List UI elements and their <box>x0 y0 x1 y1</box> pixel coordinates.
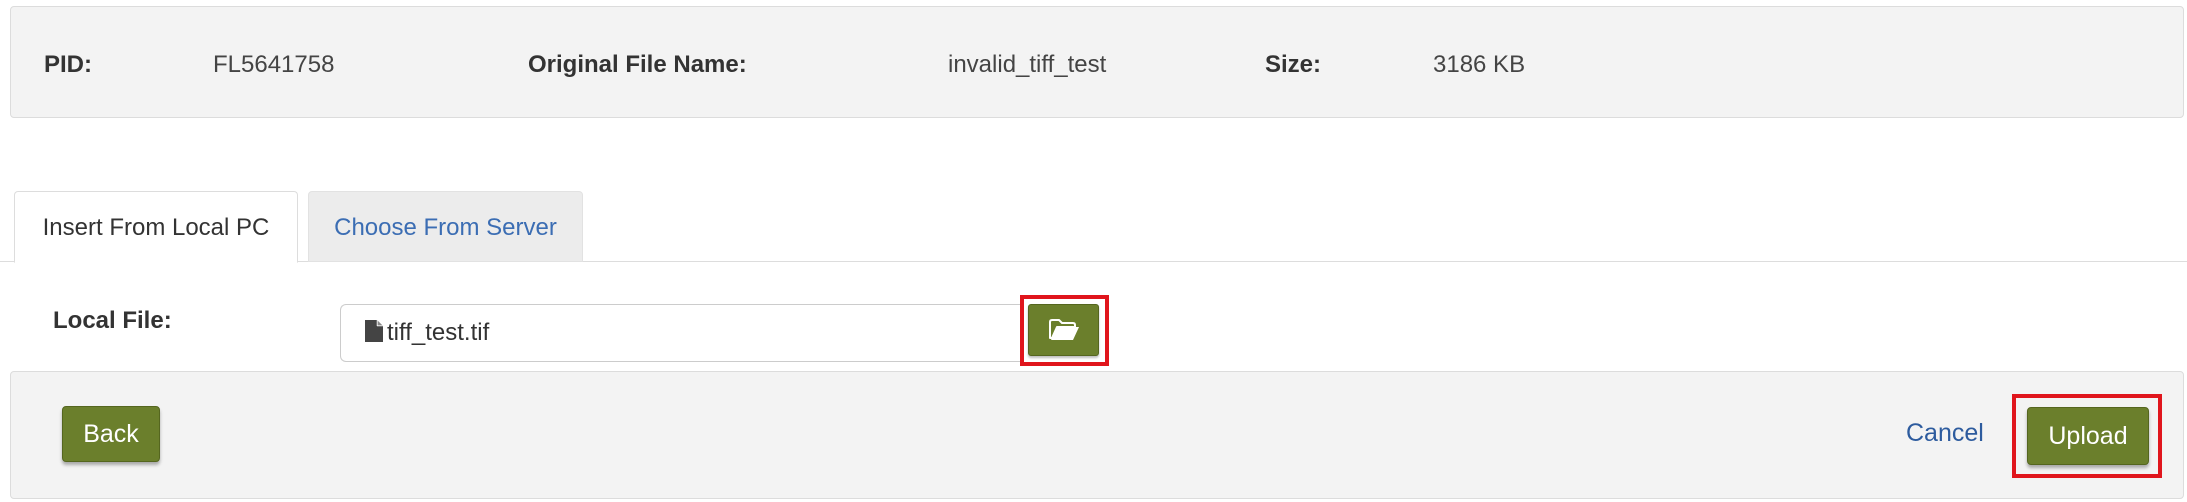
size-label: Size: <box>1265 51 1322 78</box>
file-icon <box>365 320 383 342</box>
file-info-panel: PID: FL5641758 Original File Name: inval… <box>10 6 2184 118</box>
cancel-link[interactable]: Cancel <box>1906 418 1984 448</box>
upload-button[interactable]: Upload <box>2027 407 2149 465</box>
pid-label: PID: <box>44 51 92 78</box>
local-file-label: Local File: <box>53 307 172 334</box>
local-file-field[interactable]: tiff_test.tif <box>340 304 1024 362</box>
action-footer: Back Cancel Upload <box>10 371 2184 499</box>
local-file-value: tiff_test.tif <box>387 319 490 346</box>
back-button[interactable]: Back <box>62 406 160 462</box>
original-filename-label: Original File Name: <box>528 51 747 78</box>
folder-open-icon <box>1049 319 1079 340</box>
tab-choose-from-server[interactable]: Choose From Server <box>308 191 583 262</box>
browse-file-button[interactable] <box>1028 304 1099 356</box>
pid-value: FL5641758 <box>213 51 335 78</box>
tab-insert-from-local-pc[interactable]: Insert From Local PC <box>14 191 298 263</box>
original-filename-value: invalid_tiff_test <box>948 51 1107 78</box>
size-value: 3186 KB <box>1433 51 1526 78</box>
